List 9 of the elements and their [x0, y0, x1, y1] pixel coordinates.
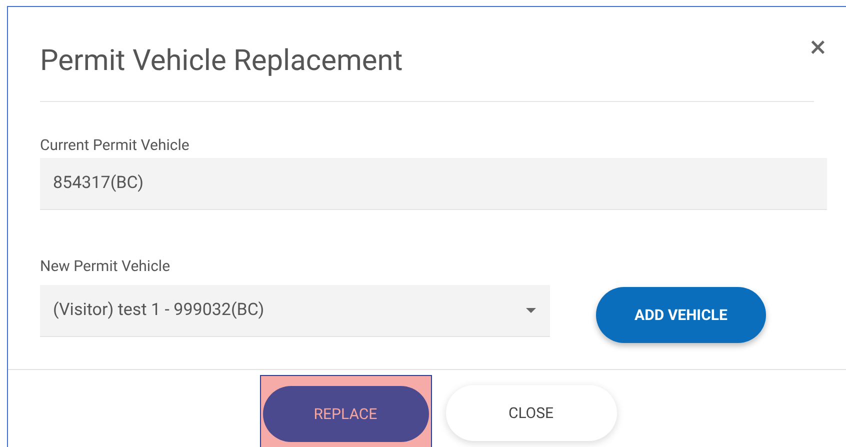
select-field[interactable]: (Visitor) test 1 - 999032(BC) — [40, 285, 550, 337]
dialog-title: Permit Vehicle Replacement — [40, 43, 403, 79]
replace-button[interactable]: REPLACE — [262, 386, 428, 442]
field-label: New Permit Vehicle — [40, 257, 172, 275]
input-field[interactable]: 854317(BC) — [40, 158, 827, 210]
field-label: Current Permit Vehicle — [40, 136, 190, 154]
close-button[interactable]: CLOSE — [446, 385, 616, 441]
caret-icon — [526, 308, 536, 313]
add-vehicle-button[interactable]: ADD VEHICLE — [596, 287, 766, 343]
